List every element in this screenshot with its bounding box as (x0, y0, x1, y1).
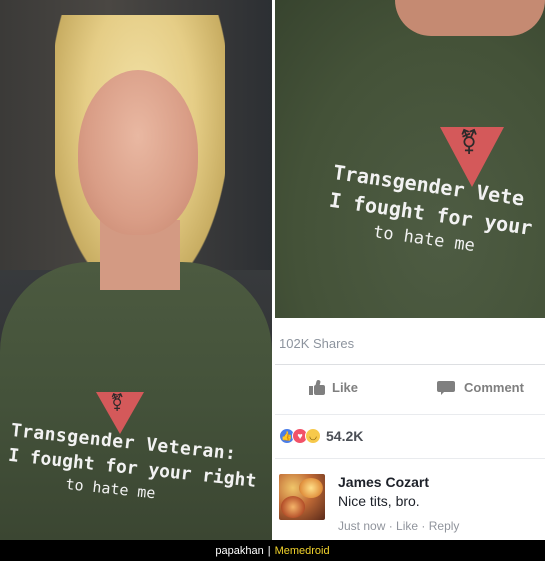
comment-label: Comment (464, 380, 524, 395)
comment-author[interactable]: James Cozart (338, 474, 459, 490)
reaction-count: 54.2K (326, 428, 364, 444)
like-label: Like (332, 380, 359, 395)
transgender-symbol-icon: ⚧ (110, 393, 125, 413)
divider-line (275, 364, 545, 365)
comment-reply-link[interactable]: Reply (429, 519, 460, 533)
comment-button[interactable]: Comment (437, 380, 524, 395)
comment-item: James Cozart Nice tits, bro. Just now · … (279, 474, 459, 533)
avatar[interactable] (279, 474, 325, 520)
reactions-summary[interactable]: 👍 ♥ ◡ 54.2K (279, 428, 363, 444)
divider-line (275, 414, 545, 415)
right-photo[interactable]: ⚧ Transgender Vete I fought for your to … (275, 0, 545, 318)
transgender-symbol-icon: ⚧ (459, 128, 480, 156)
comment-meta: Just now · Like · Reply (338, 519, 460, 533)
comment-time: Just now (338, 519, 386, 533)
haha-reaction-icon: ◡ (305, 428, 321, 444)
comment-text: Nice tits, bro. (338, 493, 420, 509)
tshirt-closeup (275, 0, 545, 318)
watermark-brand: Memedroid (274, 544, 330, 557)
thumbs-up-icon (309, 379, 325, 395)
neck-closeup (395, 0, 545, 36)
shares-count[interactable]: 102K Shares (279, 336, 354, 351)
watermark-separator: | (267, 544, 271, 557)
face (78, 70, 198, 235)
like-button[interactable]: Like (309, 379, 359, 395)
left-photo: ⚧ Transgender Veteran: I fought for your… (0, 0, 272, 540)
comment-body: James Cozart Nice tits, bro. Just now · … (338, 474, 459, 533)
watermark-bar: papakhan | Memedroid (0, 540, 545, 561)
divider-line (275, 458, 545, 459)
post-panel: 102K Shares Like Comment 👍 ♥ ◡ 54.2K Jam… (275, 318, 545, 540)
watermark-user: papakhan (215, 544, 264, 557)
comment-like-link[interactable]: Like (396, 519, 418, 533)
comment-bubble-icon (437, 380, 455, 395)
